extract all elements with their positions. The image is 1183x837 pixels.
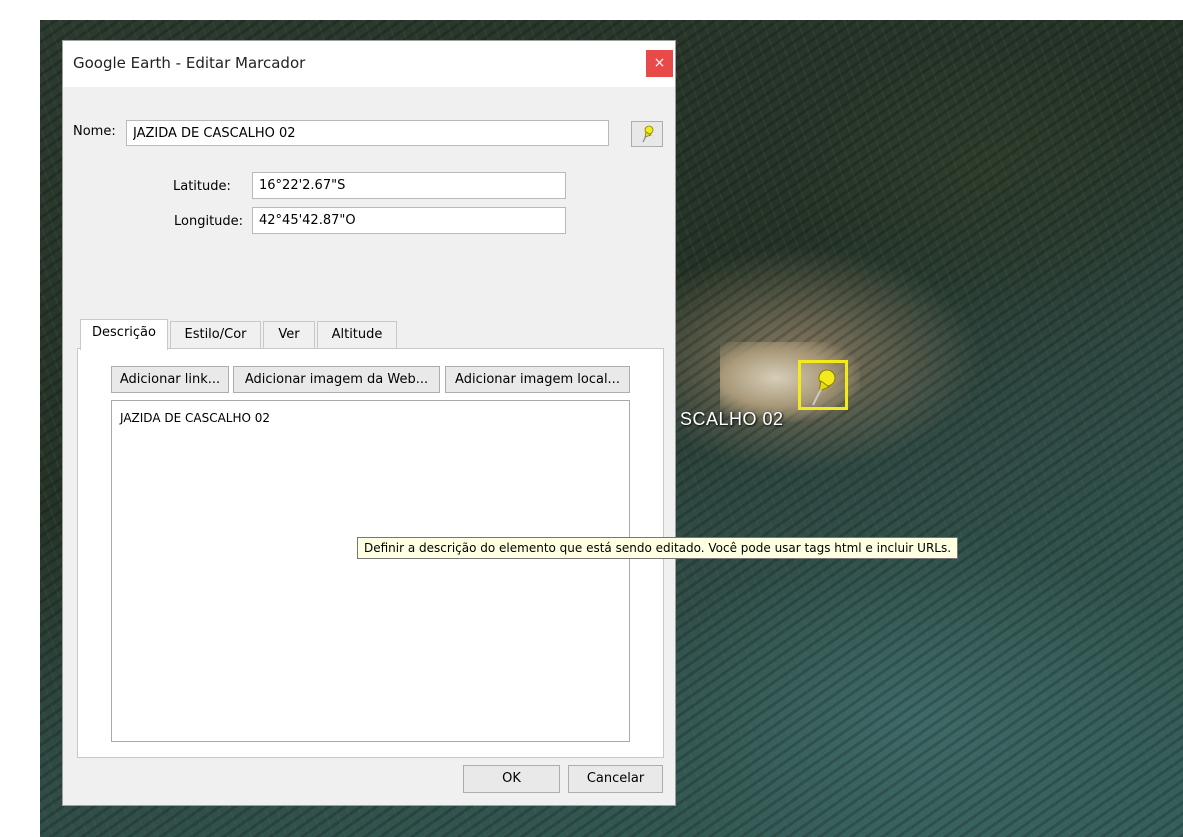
tab-descricao[interactable]: Descrição bbox=[80, 319, 168, 350]
close-icon: × bbox=[653, 55, 666, 71]
add-local-image-button[interactable]: Adicionar imagem local... bbox=[445, 366, 630, 393]
longitude-input[interactable] bbox=[252, 207, 566, 234]
longitude-label: Longitude: bbox=[174, 214, 244, 229]
description-textarea[interactable]: JAZIDA DE CASCALHO 02 bbox=[111, 400, 630, 742]
add-link-button[interactable]: Adicionar link... bbox=[111, 366, 229, 393]
tab-ver[interactable]: Ver bbox=[263, 321, 315, 349]
pushpin-icon bbox=[642, 125, 654, 143]
edit-placemark-dialog: Google Earth - Editar Marcador × Nome: L… bbox=[62, 40, 676, 806]
tab-estilo-cor[interactable]: Estilo/Cor bbox=[170, 321, 261, 349]
dialog-title: Google Earth - Editar Marcador bbox=[73, 54, 306, 72]
pushpin-icon bbox=[812, 369, 836, 406]
cancel-button[interactable]: Cancelar bbox=[568, 765, 663, 793]
name-label: Nome: bbox=[73, 124, 116, 139]
tab-altitude[interactable]: Altitude bbox=[317, 321, 397, 349]
add-web-image-button[interactable]: Adicionar imagem da Web... bbox=[233, 366, 440, 393]
close-button[interactable]: × bbox=[646, 50, 673, 77]
selected-placemark[interactable] bbox=[798, 360, 848, 410]
placemark-label: SCALHO 02 bbox=[680, 409, 784, 429]
latitude-label: Latitude: bbox=[173, 179, 231, 194]
ok-button[interactable]: OK bbox=[463, 765, 560, 793]
latitude-input[interactable] bbox=[252, 172, 566, 199]
name-input[interactable] bbox=[126, 120, 609, 146]
dialog-titlebar[interactable]: Google Earth - Editar Marcador × bbox=[63, 41, 675, 87]
placemark-icon-button[interactable] bbox=[631, 121, 663, 147]
description-tooltip: Definir a descrição do elemento que está… bbox=[357, 537, 959, 559]
